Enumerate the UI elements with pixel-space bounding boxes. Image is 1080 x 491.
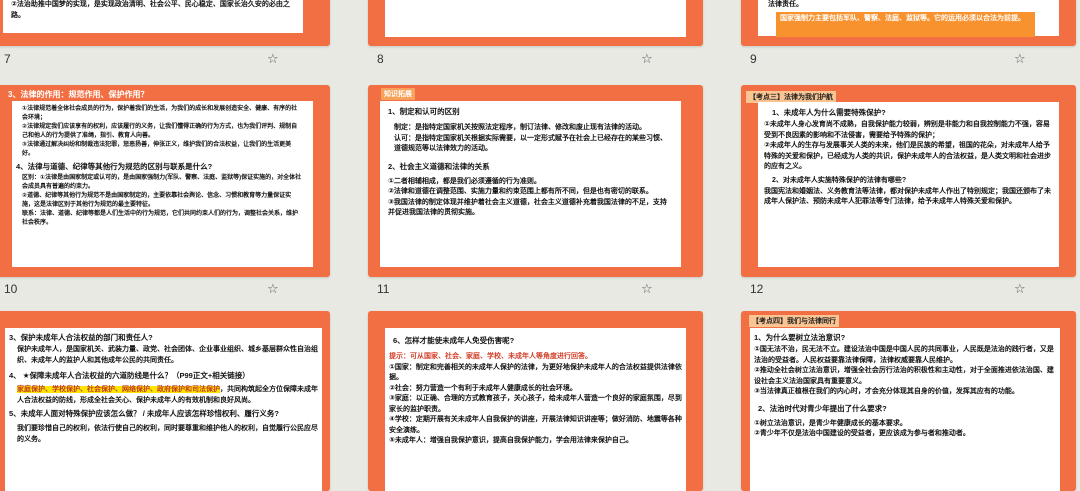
slide-text: ②道德、纪律等其他行为规范不是由国家制定的，主要依靠社会舆论、信念、习惯和教育等…	[22, 193, 292, 208]
slide-text: 保护未成年人，是国家机关、武装力量、政党、社会团体、企业事业组织、城乡基层群众性…	[17, 346, 318, 364]
slide-text: 我国宪法和婚姻法、义务教育法等法律，都对保护未成年人作出了特别规定；我国还颁布了…	[764, 187, 1051, 206]
hint-text: 提示：可从国家、社会、家庭、学校、未成年人等角度进行回答。	[389, 353, 592, 360]
slide-text: ④学校：定期开展有关未成年人自我保护的讲座，开展法律知识讲座等；做好消防、地震等…	[389, 416, 682, 434]
slide-thumbnail-10[interactable]: 3、法律的作用：规范作用、保护作用？ ①法律规范着全体社会成员的行为，保护着我们…	[0, 85, 330, 277]
star-outline-icon[interactable]: ☆	[267, 51, 279, 67]
slide-text: ①国家：制定和完善相关的未成年人保护的法律，为更好地保护未成年人的合法权益提供法…	[389, 363, 682, 382]
slide-text: ②法治助推中国梦的实现，是实现政治清明、社会公平、民心稳定、国家长治久安的必由之…	[11, 1, 290, 19]
slide-thumbnail-13[interactable]: 3、保护未成年人合法权益的部门和责任人? 保护未成年人，是国家机关、武装力量、政…	[0, 311, 330, 491]
highlight-box: 国家强制力主要包括军队、警察、法庭、监狱等。它的运用必须以合法为前提。	[776, 12, 1035, 37]
slide-thumbnail-7[interactable]: ②法治助推中国梦的实现，是实现政治清明、社会公平、民心稳定、国家长治久安的必由之…	[0, 0, 330, 46]
star-outline-icon[interactable]: ☆	[641, 51, 653, 67]
star-outline-icon[interactable]: ☆	[267, 281, 279, 297]
slide-text: 联系：法律、道德、纪律等都是人们生活中的行为规范，它们共同约束人们的行为，调整社…	[22, 211, 299, 226]
slide-text: ③法律通过解决纠纷和制裁违法犯罪，惩恶扬善，伸张正义，维护我们的合法权益，让我们…	[22, 142, 292, 157]
slide-number: 7	[4, 52, 11, 66]
slide-heading: 4、法律与道德、纪律等其他行为规范的区别与联系是什么?	[16, 162, 213, 171]
slide-text: 认可：是指特定国家机关根据实际需要，以一定形式赋予在社会上已经存在的某些习惯、道…	[394, 134, 667, 153]
slide-text: 我们要珍惜自己的权利，依法行使自己的权利，同时要尊重和维护他人的权利，自觉履行公…	[17, 425, 318, 443]
star-outline-icon[interactable]: ☆	[1014, 281, 1026, 297]
slide-heading: 4、 ★保障未成年人合法权益的六道防线是什么？（P99正文+相关链接）	[9, 371, 250, 380]
slide-text: ③家庭：以正确、合理的方式教育孩子，关心孩子，给未成年人营造一个良好的家庭氛围，…	[389, 395, 682, 413]
slide-text: ②法律规定我们应该享有的权利，应该履行的义务，让我们懂得正确的行为方式，也为我们…	[22, 124, 298, 139]
slide-text: ①法律规范着全体社会成员的行为，保护着我们的生活，为我们的成长和发展创造安全、健…	[22, 106, 298, 121]
slide-thumbnail-8[interactable]	[368, 0, 703, 46]
slide-text: ③当法律真正植根在我们的内心时，才会充分体现其自身的价值，发挥其应有的功能。	[754, 388, 1019, 395]
slide-text: 法律责任。	[768, 1, 803, 8]
star-outline-icon[interactable]: ☆	[641, 281, 653, 297]
slide-text: ②青少年不仅是法治中国建设的受益者，更应该成为参与者和推动者。	[754, 430, 970, 437]
slide-thumbnail-9[interactable]: 法律责任。 国家强制力主要包括军队、警察、法庭、监狱等。它的运用必须以合法为前提…	[741, 0, 1076, 46]
slide-thumbnail-14[interactable]: 6、怎样才能使未成年人免受伤害呢? 提示：可从国家、社会、家庭、学校、未成年人等…	[368, 311, 703, 491]
slide-text: ③我国法律的制定体现并维护着社会主义道德，社会主义道德补充着我国法律的不足，支持…	[388, 198, 667, 217]
slide-tag: 知识拓展	[381, 88, 415, 100]
slide-thumbnail-12[interactable]: 【考点三】法律为我们护航 1、未成年人为什么需要特殊保护? ①未成年人身心发育尚…	[741, 85, 1076, 277]
slide-heading: 1、制定和认可的区别	[388, 107, 460, 116]
highlighted-text: 家庭保护、学校保护、社会保护、网络保护、政府保护和司法保护	[17, 386, 220, 393]
slide-heading: 2、法治时代对青少年提出了什么要求?	[758, 403, 887, 413]
slide-number: 8	[377, 52, 384, 66]
slide-number: 11	[377, 282, 390, 296]
slide-heading: 5、未成年人面对特殊保护应该怎么做？ / 未成年人应该怎样珍惜权利、履行义务?	[9, 409, 280, 418]
slide-text: ①二者相辅相成，都是我们必须遵循的行为准则。	[388, 177, 541, 185]
slide-text: 区别：①法律是由国家制定或认可的，是由国家强制力(军队、警察、法庭、监狱等)保证…	[22, 175, 302, 190]
slide-heading: 3、保护未成年人合法权益的部门和责任人?	[9, 333, 153, 342]
slide-text: ①国无法不治，民无法不立。建设法治中国是中国人民的共同事业，人民既是法治的践行者…	[754, 346, 1054, 364]
slide-text: ①树立法治意识，是青少年健康成长的基本要求。	[754, 419, 907, 427]
slide-thumbnail-11[interactable]: 知识拓展 1、制定和认可的区别 制定：是指特定国家机关按照法定程序，制订法律、修…	[368, 85, 703, 277]
slide-number: 12	[750, 282, 764, 296]
slide-text: ⑤未成年人：增强自我保护意识，提高自我保护能力，学会用法律来保护自己。	[389, 437, 633, 444]
slide-text: ②法律和道德在调整范围、实施力量和约束范围上都有所不同，但是也有密切的联系。	[388, 188, 653, 195]
slide-text: ①未成年人身心发育尚不成熟，自我保护能力较弱，辨别是非能力和自我控制能力不强，容…	[764, 121, 1050, 139]
slide-number: 9	[750, 52, 757, 66]
star-outline-icon[interactable]: ☆	[1014, 51, 1026, 67]
slide-heading: 6、怎样才能使未成年人免受伤害呢?	[393, 336, 515, 345]
slide-thumbnail-15[interactable]: 【考点四】我们与法律同行 1、为什么要树立法治意识? ①国无法不治，民无法不立。…	[741, 311, 1076, 491]
slide-heading: 1、未成年人为什么需要特殊保护?	[772, 108, 886, 117]
slide-tag: 【考点四】我们与法律同行	[749, 315, 839, 327]
slide-heading: 2、社会主义道德和法律的关系	[388, 161, 490, 171]
slide-text: ②未成年人的生存与发展事关人类的未来，他们是民族的希望，祖国的花朵，对未成年人给…	[764, 142, 1051, 170]
slide-text: 制定：是指特定国家机关按照法定程序，制订法律、修改和废止现有法律的活动。	[394, 124, 646, 131]
slide-heading: 2、对未成年人实施特殊保护的法律有哪些?	[772, 176, 907, 184]
slide-title: 3、法律的作用：规范作用、保护作用？	[8, 90, 149, 99]
slide-heading: 1、为什么要树立法治意识?	[754, 333, 846, 342]
slide-text: ②社会：努力营造一个有利于未成年人健康成长的社会环境。	[389, 384, 577, 392]
slide-text: ②推动全社会树立法治意识，增强全社会厉行法治的积极性和主动性，对于全面推进依法治…	[754, 367, 1054, 385]
slide-number: 10	[4, 282, 18, 296]
